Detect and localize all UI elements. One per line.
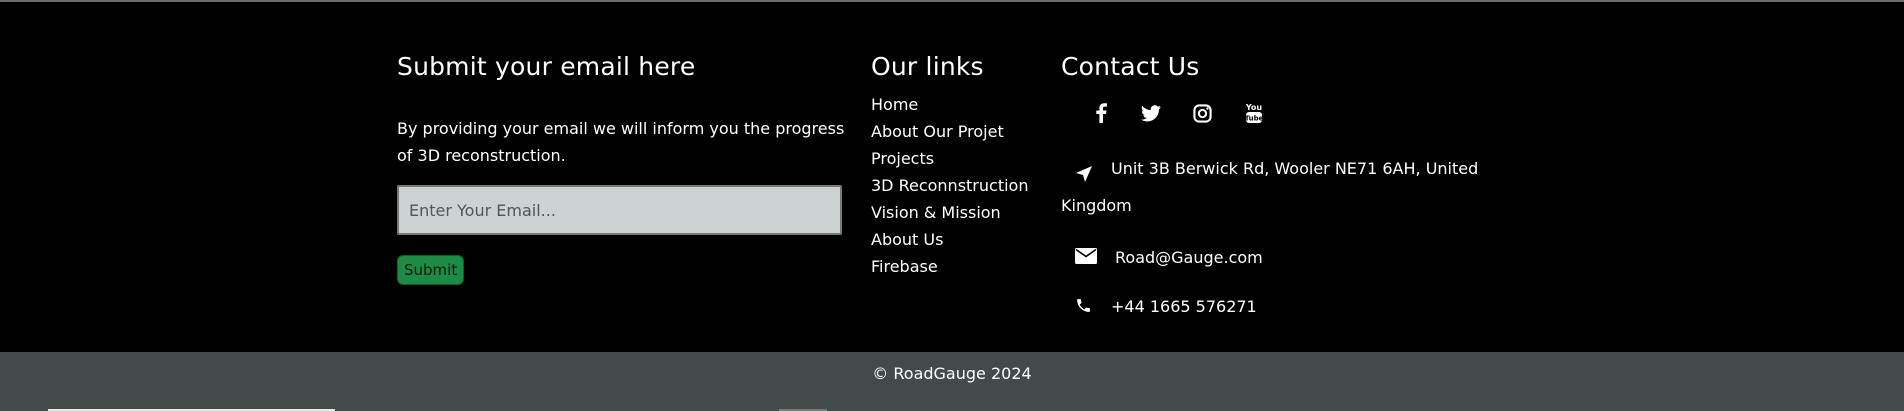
link-home[interactable]: Home	[871, 95, 918, 114]
link-about-project[interactable]: About Our Projet	[871, 122, 1004, 141]
copyright-text: © RoadGauge 2024	[872, 364, 1032, 383]
email-input[interactable]	[397, 185, 842, 235]
link-firebase[interactable]: Firebase	[871, 257, 938, 276]
link-item-home[interactable]: Home	[871, 91, 1041, 118]
instagram-icon[interactable]	[1187, 98, 1217, 128]
svg-text:Tube: Tube	[1245, 115, 1263, 123]
contact-section-title: Contact Us	[1061, 52, 1200, 81]
contact-address: Unit 3B Berwick Rd, Wooler NE71 6AH, Uni…	[1061, 150, 1481, 224]
phone-icon	[1075, 297, 1092, 318]
link-about-us[interactable]: About Us	[871, 230, 943, 249]
email-subscribe-section: Submit your email here By providing your…	[397, 52, 847, 285]
link-item-about-project[interactable]: About Our Projet	[871, 118, 1041, 145]
footer-main: Submit your email here By providing your…	[0, 2, 1904, 352]
link-projects[interactable]: Projects	[871, 149, 934, 168]
email-link[interactable]: Road@Gauge.com	[1115, 248, 1263, 267]
facebook-icon[interactable]	[1086, 98, 1116, 128]
submit-button[interactable]: Submit	[397, 255, 465, 285]
location-arrow-icon	[1075, 159, 1093, 196]
email-section-title: Submit your email here	[397, 52, 696, 81]
link-vision-mission[interactable]: Vision & Mission	[871, 203, 1001, 222]
links-section: Our links Home About Our Projet Projects…	[871, 52, 1041, 280]
address-text: Unit 3B Berwick Rd, Wooler NE71 6AH, Uni…	[1061, 159, 1479, 215]
link-item-projects[interactable]: Projects	[871, 145, 1041, 172]
link-item-about-us[interactable]: About Us	[871, 226, 1041, 253]
twitter-icon[interactable]	[1136, 98, 1166, 128]
contact-phone: +44 1665 576271	[1061, 295, 1481, 319]
youtube-icon[interactable]: You Tube	[1239, 98, 1269, 128]
link-3d-reconstruction[interactable]: 3D Reconnstruction	[871, 176, 1028, 195]
envelope-icon	[1075, 248, 1097, 268]
link-item-vision-mission[interactable]: Vision & Mission	[871, 199, 1041, 226]
copyright-bar: © RoadGauge 2024	[0, 352, 1904, 411]
links-section-title: Our links	[871, 52, 984, 81]
links-list: Home About Our Projet Projects 3D Reconn…	[871, 91, 1041, 280]
social-links: You Tube	[1061, 98, 1481, 128]
phone-text: +44 1665 576271	[1111, 297, 1257, 316]
link-item-3d-reconstruction[interactable]: 3D Reconnstruction	[871, 172, 1041, 199]
contact-section: Contact Us You Tube Unit 3B Berwick Rd, …	[1061, 52, 1481, 319]
contact-email: Road@Gauge.com	[1061, 246, 1481, 270]
svg-text:You: You	[1245, 103, 1262, 112]
link-item-firebase[interactable]: Firebase	[871, 253, 1041, 280]
email-section-description: By providing your email we will inform y…	[397, 119, 845, 165]
